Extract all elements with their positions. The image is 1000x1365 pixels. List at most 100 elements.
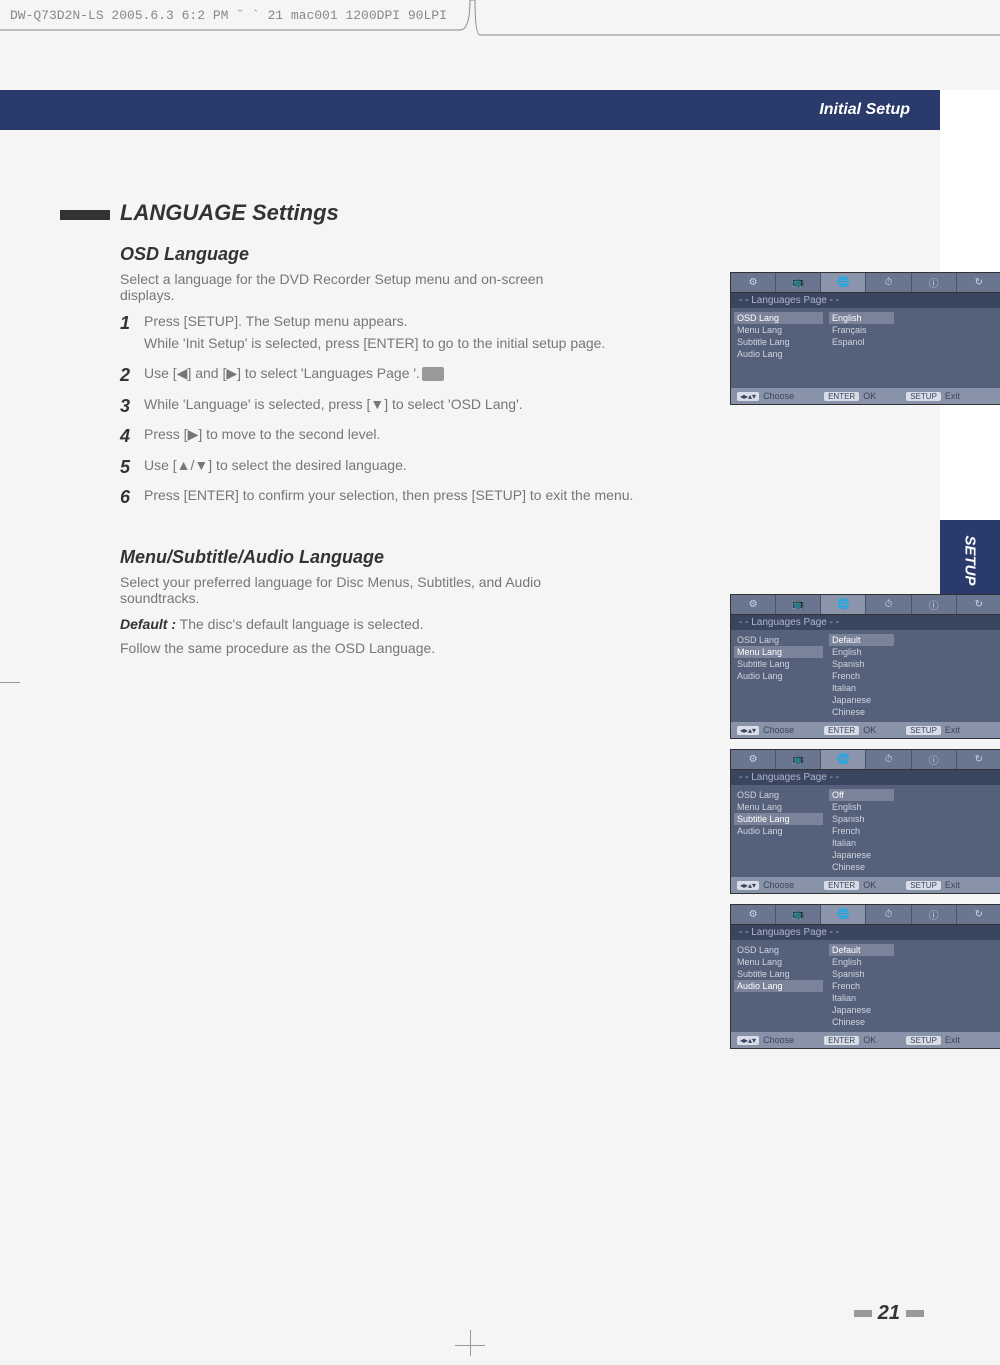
osd-tab-icon: 🌐 [821,750,866,769]
osd-option: French [832,825,1000,837]
step-num: 4 [120,426,144,447]
osd-tab-icon: ⓘ [912,595,957,614]
osd-option: Italian [832,837,1000,849]
osd-tab-icon: ⚙ [731,273,776,292]
osd-left-item: Menu Lang [737,324,820,336]
enter-key-icon: ENTER [824,1036,859,1045]
step: 5 Use [▲/▼] to select the desired langua… [120,457,720,479]
setup-key-icon: SETUP [906,1036,941,1045]
osd-tab-icon: 📺 [776,273,821,292]
default-line: Default : The disc's default language is… [120,616,580,632]
osd-tab-icon: ↻ [957,905,1000,924]
osd-left-item: Subtitle Lang [737,336,820,348]
osd-left-item: Audio Lang [737,348,820,360]
step: 2 Use [◀] and [▶] to select 'Languages P… [120,365,720,388]
crop-mark [0,682,20,683]
setup-key-icon: SETUP [906,881,941,890]
osd-tab-icon: ⚙ [731,750,776,769]
osd-tab-icon: ⏱ [866,595,911,614]
osd-tab-icon: ↻ [957,595,1000,614]
osd-option: Spanish [832,968,1000,980]
osd-tab-icon: ↻ [957,273,1000,292]
section-title: LANGUAGE Settings [120,200,940,226]
osd-sub-header: - - Languages Page - - [731,293,1000,308]
osd-footer: ◂▸▴▾ Choose ENTER OK SETUP Exit [731,722,1000,738]
osd-option: Spanish [832,658,1000,670]
osd-sub-header: - - Languages Page - - [731,770,1000,785]
osd-footer: ◂▸▴▾ Choose ENTER OK SETUP Exit [731,1032,1000,1048]
side-tab-label: SETUP [961,535,978,585]
osd-menu-panel: ⚙📺🌐⏱ⓘ↻▣- - Languages Page - -OSD LangMen… [730,594,1000,739]
osd-left-item: Audio Lang [734,980,823,992]
osd-footer: ◂▸▴▾ Choose ENTER OK SETUP Exit [731,388,1000,404]
osd-left-item: OSD Lang [737,944,820,956]
menu-title: Menu/Subtitle/Audio Language [120,547,940,568]
step-num: 3 [120,396,144,417]
osd-option: English [832,646,1000,658]
osd-left-item: Menu Lang [737,801,820,813]
osd-left-item: Menu Lang [734,646,823,658]
osd-option: English [832,801,1000,813]
step: 4 Press [▶] to move to the second level. [120,426,720,449]
osd-option: Spanish [832,813,1000,825]
osd-footer: ◂▸▴▾ Choose ENTER OK SETUP Exit [731,877,1000,893]
osd-left-item: OSD Lang [734,312,823,324]
osd-tab-icon: 📺 [776,595,821,614]
enter-key-icon: ENTER [824,726,859,735]
osd-left-item: Subtitle Lang [734,813,823,825]
page-number: 21 [848,1302,930,1325]
osd-option: Chinese [832,1016,1000,1028]
menu-intro: Select your preferred language for Disc … [120,574,600,606]
osd-option: Espanol [832,336,1000,348]
osd-left-item: Menu Lang [737,956,820,968]
osd-option: Chinese [832,706,1000,718]
osd-option: English [829,312,894,324]
osd-menu-panel: ⚙📺🌐⏱ⓘ↻▣- - Languages Page - -OSD LangMen… [730,272,1000,405]
step-num: 2 [120,365,144,386]
osd-option: French [832,980,1000,992]
setup-key-icon: SETUP [906,392,941,401]
osd-intro: Select a language for the DVD Recorder S… [120,271,600,303]
osd-sub-header: - - Languages Page - - [731,925,1000,940]
osd-left-item: Audio Lang [737,825,820,837]
osd-tab-icon: ⓘ [912,750,957,769]
step-num: 1 [120,313,144,334]
osd-left-item: Subtitle Lang [737,968,820,980]
osd-option: Japanese [832,849,1000,861]
osd-tab-icon: ⓘ [912,905,957,924]
osd-tab-icon: 📺 [776,905,821,924]
osd-option: Italian [832,682,1000,694]
osd-tab-icon: ⚙ [731,595,776,614]
osd-option: Off [829,789,894,801]
osd-tab-icon: 🌐 [821,273,866,292]
osd-menu-panel: ⚙📺🌐⏱ⓘ↻▣- - Languages Page - -OSD LangMen… [730,749,1000,894]
follow-line: Follow the same procedure as the OSD Lan… [120,640,580,656]
osd-left-item: Subtitle Lang [737,658,820,670]
nav-arrows-icon: ◂▸▴▾ [737,1036,759,1045]
osd-tab-icon: 🌐 [821,595,866,614]
osd-option: Français [832,324,1000,336]
setup-key-icon: SETUP [906,726,941,735]
osd-tab-icon: 📺 [776,750,821,769]
crop-mark [470,1330,471,1356]
nav-arrows-icon: ◂▸▴▾ [737,726,759,735]
osd-tab-icon: 🌐 [821,905,866,924]
step: 1 Press [SETUP]. The Setup menu appears.… [120,313,720,357]
osd-sub-header: - - Languages Page - - [731,615,1000,630]
nav-arrows-icon: ◂▸▴▾ [737,881,759,890]
osd-menu-panel: ⚙📺🌐⏱ⓘ↻▣- - Languages Page - -OSD LangMen… [730,904,1000,1049]
step-num: 6 [120,487,144,508]
osd-tab-icon: ⏱ [866,750,911,769]
header-bar: Initial Setup [0,90,940,130]
enter-key-icon: ENTER [824,881,859,890]
osd-tab-icon: ↻ [957,750,1000,769]
osd-option: Default [829,634,894,646]
osd-option: Japanese [832,694,1000,706]
osd-left-item: Audio Lang [737,670,820,682]
osd-option: Japanese [832,1004,1000,1016]
osd-option: Italian [832,992,1000,1004]
step: 6 Press [ENTER] to confirm your selectio… [120,487,720,509]
osd-option: Chinese [832,861,1000,873]
enter-key-icon: ENTER [824,392,859,401]
header-title: Initial Setup [819,101,910,119]
